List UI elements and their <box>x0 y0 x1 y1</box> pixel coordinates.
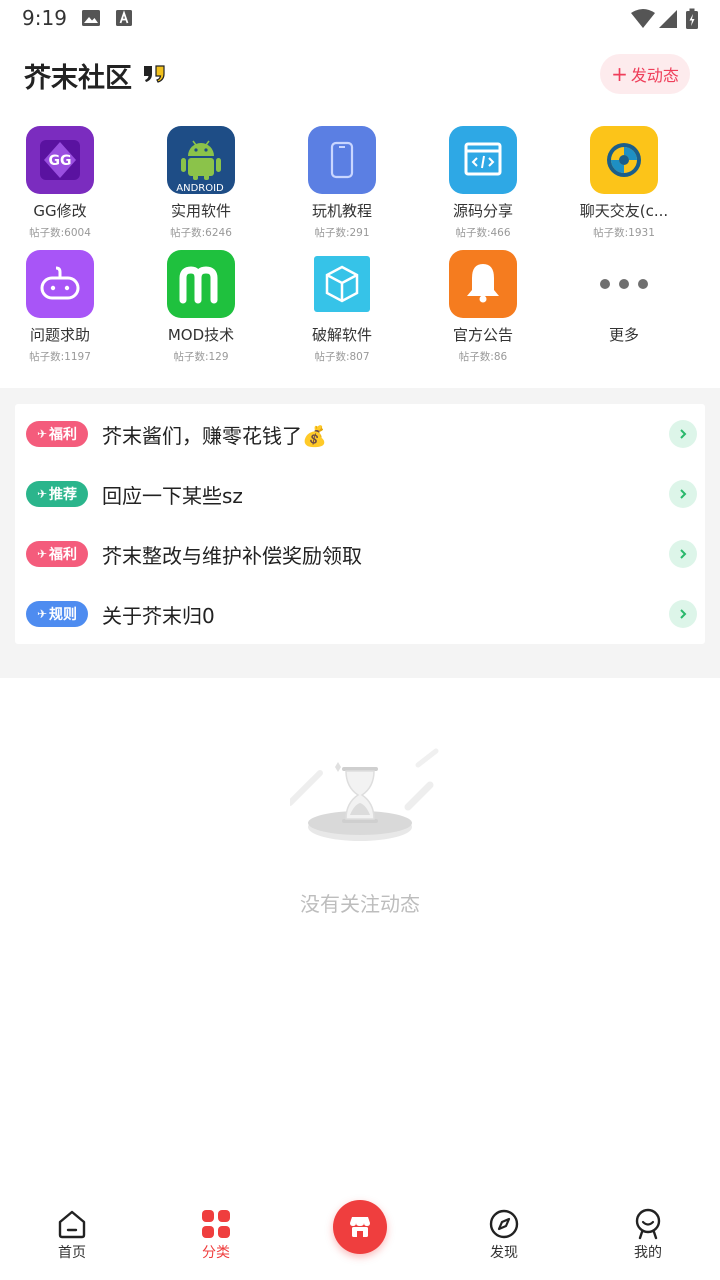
notice-text: 关于芥末归0 <box>102 604 215 628</box>
notice-row[interactable]: ✈ 推荐 回应一下某些sz <box>15 464 705 524</box>
signal-icon <box>659 10 677 28</box>
category-name: GG修改 <box>33 202 87 220</box>
bottom-nav: 首页 分类 发现 我的 <box>0 1196 720 1280</box>
battery-icon <box>686 8 698 29</box>
notice-text: 芥末整改与维护补偿奖励领取 <box>102 544 362 568</box>
pin-icon: ✈ <box>36 427 48 441</box>
nav-discover-label: 发现 <box>490 1245 518 1261</box>
category-help[interactable]: 问题求助 帖子数:1197 <box>0 250 120 364</box>
category-name: 源码分享 <box>452 202 513 220</box>
code-icon <box>449 126 517 194</box>
header: 芥末社区 + 发动态 <box>0 44 720 104</box>
category-count: 帖子数:1197 <box>29 351 91 363</box>
status-bar: 9:19 <box>0 0 720 38</box>
notice-badge: ✈ 规则 <box>26 601 88 627</box>
cube-icon <box>308 250 376 318</box>
home-icon <box>22 1208 122 1240</box>
notice-row[interactable]: ✈ 规则 关于芥末归0 <box>15 584 705 644</box>
hourglass-illustration <box>290 748 439 841</box>
category-name: 更多 <box>608 326 639 344</box>
profile-icon <box>598 1208 698 1240</box>
category-count: 帖子数:86 <box>458 351 508 363</box>
notice-text: 芥末酱们，赚零花钱了💰 <box>102 424 327 448</box>
notice-card: ✈ 福利 芥末酱们，赚零花钱了💰 ✈ 推荐 回应一下某些sz ✈ 福利 芥末整改与维护… <box>15 404 705 644</box>
lifebuoy-icon <box>590 126 658 194</box>
category-chat[interactable]: 聊天交友(c... 帖子数:1931 <box>564 126 684 240</box>
plus-icon: + <box>611 62 628 86</box>
quote-icon <box>144 65 165 83</box>
category-count: 帖子数:466 <box>455 227 511 239</box>
nav-category[interactable]: 分类 <box>166 1208 266 1262</box>
notice-badge: ✈ 推荐 <box>26 481 88 507</box>
category-name: 玩机教程 <box>311 202 372 220</box>
category-mod[interactable]: MOD技术 帖子数:129 <box>141 250 261 364</box>
notice-badge: ✈ 福利 <box>26 421 88 447</box>
font-icon <box>116 10 132 26</box>
nav-home-label: 首页 <box>58 1245 86 1261</box>
pin-icon: ✈ <box>36 487 48 501</box>
svg-text:GG: GG <box>49 153 72 169</box>
pin-icon: ✈ <box>36 547 48 561</box>
notice-row[interactable]: ✈ 福利 芥末整改与维护补偿奖励领取 <box>15 524 705 584</box>
post-button-label: 发动态 <box>630 66 679 85</box>
empty-state-text: 没有关注动态 <box>300 892 420 916</box>
status-time: 9:19 <box>22 6 67 30</box>
chevron-right-icon[interactable] <box>669 600 697 628</box>
category-name: 破解软件 <box>311 326 372 344</box>
compass-icon <box>454 1208 554 1240</box>
category-name: 实用软件 <box>170 202 231 220</box>
notice-badge: ✈ 福利 <box>26 541 88 567</box>
phone-icon <box>308 126 376 194</box>
category-count: 帖子数:1931 <box>593 227 655 239</box>
nav-home[interactable]: 首页 <box>22 1208 122 1262</box>
category-gg[interactable]: GG GG修改 帖子数:6004 <box>0 126 120 240</box>
pin-icon: ✈ <box>36 607 48 621</box>
gamepad-icon <box>26 250 94 318</box>
category-crack[interactable]: 破解软件 帖子数:807 <box>282 250 402 364</box>
category-name: 问题求助 <box>29 326 90 344</box>
notice-text: 回应一下某些sz <box>102 484 243 508</box>
notice-row[interactable]: ✈ 福利 芥末酱们，赚零花钱了💰 <box>15 404 705 464</box>
svg-text:ANDROID: ANDROID <box>176 183 224 194</box>
nav-mine[interactable]: 我的 <box>598 1208 698 1262</box>
nav-mine-label: 我的 <box>634 1245 662 1261</box>
store-icon <box>350 1217 370 1237</box>
category-count: 帖子数:807 <box>314 351 370 363</box>
category-source-code[interactable]: 源码分享 帖子数:466 <box>423 126 543 240</box>
page-title: 芥末社区 <box>24 63 132 94</box>
category-count: 帖子数:6004 <box>29 227 91 239</box>
nav-category-label: 分类 <box>202 1245 230 1261</box>
category-more[interactable]: 更多 <box>564 250 684 345</box>
category-name: MOD技术 <box>167 326 235 344</box>
category-name: 官方公告 <box>452 326 513 344</box>
wifi-icon <box>631 9 655 28</box>
more-dots-icon <box>564 250 684 318</box>
gg-icon: GG <box>26 126 94 194</box>
chevron-right-icon[interactable] <box>669 420 697 448</box>
chevron-right-icon[interactable] <box>669 540 697 568</box>
mod-icon <box>167 250 235 318</box>
grid-icon <box>166 1208 266 1240</box>
category-software[interactable]: ANDROID 实用软件 帖子数:6246 <box>141 126 261 240</box>
android-icon: ANDROID <box>167 126 235 194</box>
notice-section: ✈ 福利 芥末酱们，赚零花钱了💰 ✈ 推荐 回应一下某些sz ✈ 福利 芥末整改与维护… <box>0 388 720 678</box>
category-name: 聊天交友(c... <box>579 202 669 220</box>
category-count: 帖子数:129 <box>173 351 229 363</box>
nav-discover[interactable]: 发现 <box>454 1208 554 1262</box>
store-button[interactable] <box>333 1200 387 1254</box>
post-button[interactable]: + 发动态 <box>600 54 690 94</box>
image-icon <box>82 10 100 26</box>
category-tutorial[interactable]: 玩机教程 帖子数:291 <box>282 126 402 240</box>
category-announcement[interactable]: 官方公告 帖子数:86 <box>423 250 543 364</box>
bell-icon <box>449 250 517 318</box>
chevron-right-icon[interactable] <box>669 480 697 508</box>
category-count: 帖子数:291 <box>314 227 370 239</box>
category-count: 帖子数:6246 <box>170 227 232 239</box>
